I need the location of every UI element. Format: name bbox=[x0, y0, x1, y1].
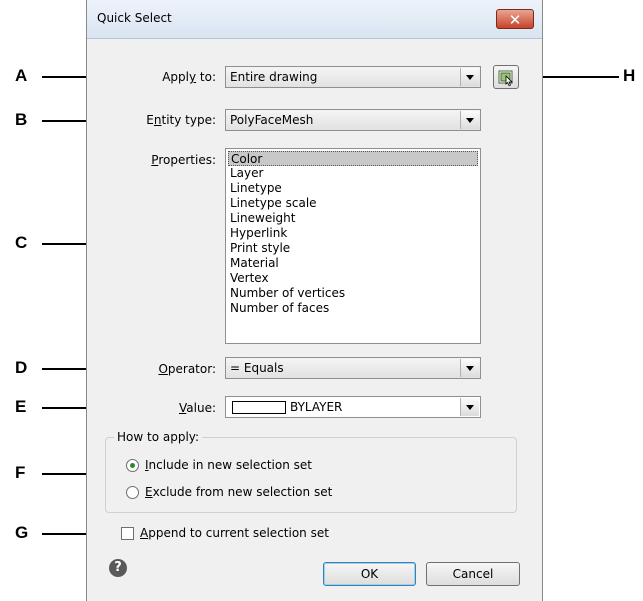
dialog-title: Quick Select bbox=[97, 11, 172, 25]
callout-b: B bbox=[15, 110, 28, 129]
title-bar: Quick Select ✕ bbox=[87, 0, 542, 39]
callout-g: G bbox=[15, 523, 29, 542]
callout-c: C bbox=[15, 233, 28, 252]
value-label: Value: bbox=[179, 401, 216, 415]
radio-selected-dot bbox=[130, 463, 135, 468]
apply-to-dropdown[interactable]: Entire drawing bbox=[225, 66, 481, 88]
append-checkbox[interactable] bbox=[121, 527, 134, 540]
color-swatch bbox=[232, 401, 286, 414]
value-value: BYLAYER bbox=[290, 400, 343, 414]
entity-type-value: PolyFaceMesh bbox=[230, 113, 314, 127]
include-radio[interactable] bbox=[126, 459, 139, 472]
list-item[interactable]: Print style bbox=[228, 241, 478, 256]
callout-e: E bbox=[15, 397, 27, 416]
properties-listbox[interactable]: Color Layer Linetype Linetype scale Line… bbox=[225, 148, 481, 344]
list-item[interactable]: Number of vertices bbox=[228, 286, 478, 301]
exclude-radio[interactable] bbox=[126, 486, 139, 499]
chevron-down-icon bbox=[460, 111, 479, 129]
how-to-apply-group bbox=[105, 437, 517, 513]
chevron-down-icon bbox=[460, 398, 479, 416]
list-item[interactable]: Linetype bbox=[228, 181, 478, 196]
callout-f: F bbox=[15, 463, 26, 482]
close-icon: ✕ bbox=[508, 11, 522, 29]
list-item[interactable]: Color bbox=[228, 151, 478, 166]
cancel-button[interactable]: Cancel bbox=[426, 562, 520, 586]
operator-label: Operator: bbox=[158, 362, 216, 376]
callout-a: A bbox=[15, 66, 28, 85]
operator-value: = Equals bbox=[230, 361, 284, 375]
operator-dropdown[interactable]: = Equals bbox=[225, 357, 481, 379]
list-item[interactable]: Vertex bbox=[228, 271, 478, 286]
how-to-apply-legend: How to apply: bbox=[114, 430, 203, 444]
list-item[interactable]: Linetype scale bbox=[228, 196, 478, 211]
list-item[interactable]: Lineweight bbox=[228, 211, 478, 226]
append-label[interactable]: Append to current selection set bbox=[140, 526, 329, 540]
select-objects-button[interactable] bbox=[493, 65, 519, 89]
entity-type-dropdown[interactable]: PolyFaceMesh bbox=[225, 109, 481, 131]
help-icon[interactable]: ? bbox=[109, 559, 127, 577]
include-label[interactable]: Include in new selection set bbox=[145, 458, 312, 472]
chevron-down-icon bbox=[460, 68, 479, 86]
properties-label: Properties: bbox=[151, 153, 216, 167]
chevron-down-icon bbox=[460, 359, 479, 377]
apply-to-label: Apply to: bbox=[162, 70, 216, 84]
entity-type-label: Entity type: bbox=[146, 113, 216, 127]
callout-h: H bbox=[623, 66, 636, 85]
apply-to-value: Entire drawing bbox=[230, 70, 318, 84]
exclude-label[interactable]: Exclude from new selection set bbox=[145, 485, 332, 499]
close-button[interactable]: ✕ bbox=[496, 9, 534, 29]
value-dropdown[interactable]: BYLAYER bbox=[225, 396, 481, 418]
list-item[interactable]: Layer bbox=[228, 166, 478, 181]
callout-d: D bbox=[15, 358, 28, 377]
list-item[interactable]: Material bbox=[228, 256, 478, 271]
select-objects-icon bbox=[498, 70, 513, 86]
list-item[interactable]: Number of faces bbox=[228, 301, 478, 316]
ok-button[interactable]: OK bbox=[323, 562, 416, 586]
list-item[interactable]: Hyperlink bbox=[228, 226, 478, 241]
